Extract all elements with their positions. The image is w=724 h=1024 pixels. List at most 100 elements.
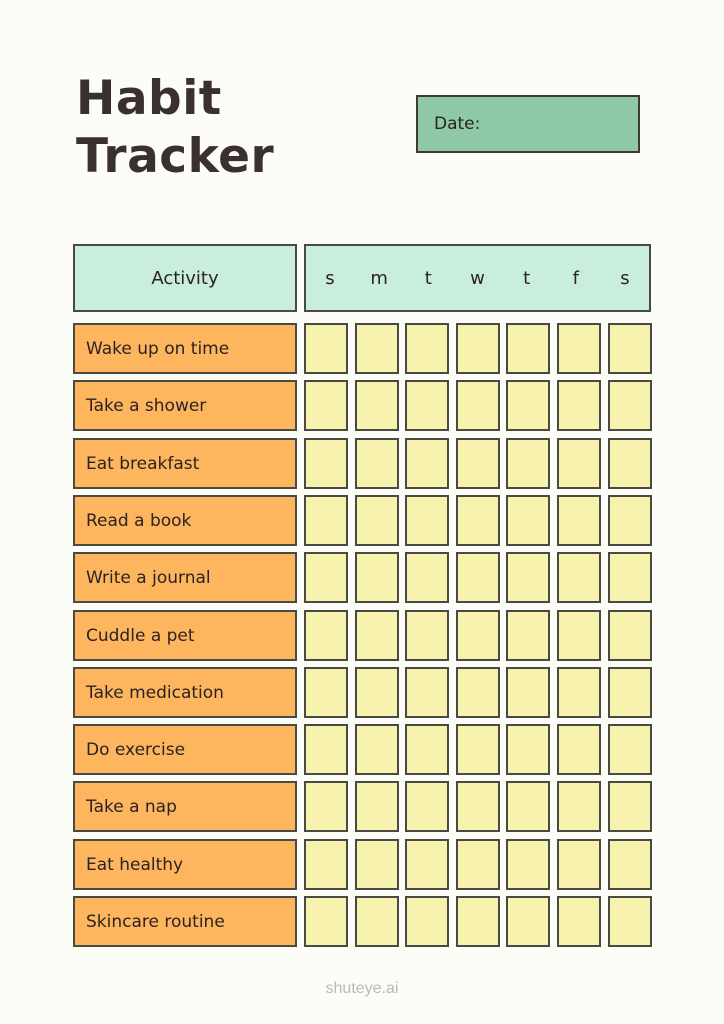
activity-label: Do exercise (73, 724, 297, 775)
check-cell-monday[interactable] (355, 323, 399, 374)
check-cell-monday[interactable] (355, 839, 399, 890)
check-cell-monday[interactable] (355, 495, 399, 546)
check-cell-thursday[interactable] (506, 438, 550, 489)
activity-header: Activity (73, 244, 297, 312)
check-cell-wednesday[interactable] (456, 610, 500, 661)
check-cell-saturday[interactable] (608, 380, 652, 431)
check-cell-thursday[interactable] (506, 495, 550, 546)
habit-row: Eat healthy (0, 839, 724, 890)
check-cell-thursday[interactable] (506, 610, 550, 661)
check-cell-friday[interactable] (557, 839, 601, 890)
check-cell-sunday[interactable] (304, 724, 348, 775)
title-line-2: Tracker (76, 129, 275, 184)
check-cell-friday[interactable] (557, 667, 601, 718)
check-cell-thursday[interactable] (506, 323, 550, 374)
check-cell-saturday[interactable] (608, 781, 652, 832)
check-cell-saturday[interactable] (608, 495, 652, 546)
check-cell-thursday[interactable] (506, 896, 550, 947)
check-cell-wednesday[interactable] (456, 667, 500, 718)
check-cell-tuesday[interactable] (405, 610, 449, 661)
activity-label: Cuddle a pet (73, 610, 297, 661)
activity-label: Wake up on time (73, 323, 297, 374)
check-cell-friday[interactable] (557, 610, 601, 661)
check-cell-tuesday[interactable] (405, 896, 449, 947)
check-cell-saturday[interactable] (608, 896, 652, 947)
check-cell-sunday[interactable] (304, 438, 348, 489)
check-cell-sunday[interactable] (304, 380, 348, 431)
date-field[interactable]: Date: (416, 95, 640, 153)
check-cell-saturday[interactable] (608, 667, 652, 718)
check-cell-tuesday[interactable] (405, 839, 449, 890)
check-cell-wednesday[interactable] (456, 495, 500, 546)
check-cell-sunday[interactable] (304, 896, 348, 947)
day-header-tuesday: t (424, 267, 432, 289)
check-cell-monday[interactable] (355, 610, 399, 661)
check-cell-wednesday[interactable] (456, 781, 500, 832)
check-cell-wednesday[interactable] (456, 724, 500, 775)
check-cell-saturday[interactable] (608, 438, 652, 489)
habit-row: Take medication (0, 667, 724, 718)
check-cell-saturday[interactable] (608, 610, 652, 661)
check-cell-tuesday[interactable] (405, 380, 449, 431)
check-cell-wednesday[interactable] (456, 323, 500, 374)
check-cell-tuesday[interactable] (405, 781, 449, 832)
check-cell-tuesday[interactable] (405, 323, 449, 374)
check-cell-thursday[interactable] (506, 380, 550, 431)
check-cell-thursday[interactable] (506, 839, 550, 890)
check-cell-saturday[interactable] (608, 724, 652, 775)
date-label: Date: (434, 114, 481, 134)
habit-row: Write a journal (0, 552, 724, 603)
check-cell-tuesday[interactable] (405, 438, 449, 489)
check-cell-friday[interactable] (557, 380, 601, 431)
check-cell-friday[interactable] (557, 323, 601, 374)
check-cell-monday[interactable] (355, 438, 399, 489)
check-cell-friday[interactable] (557, 781, 601, 832)
check-cell-thursday[interactable] (506, 667, 550, 718)
check-cell-friday[interactable] (557, 552, 601, 603)
activity-label: Eat healthy (73, 839, 297, 890)
habit-row: Skincare routine (0, 896, 724, 947)
habit-row: Do exercise (0, 724, 724, 775)
habit-row: Wake up on time (0, 323, 724, 374)
page-title: Habit Tracker (76, 70, 274, 186)
check-cell-friday[interactable] (557, 438, 601, 489)
check-cell-thursday[interactable] (506, 552, 550, 603)
activity-label: Take a shower (73, 380, 297, 431)
check-cell-wednesday[interactable] (456, 380, 500, 431)
check-cell-tuesday[interactable] (405, 552, 449, 603)
check-cell-monday[interactable] (355, 552, 399, 603)
check-cell-sunday[interactable] (304, 495, 348, 546)
check-cell-sunday[interactable] (304, 667, 348, 718)
check-cell-thursday[interactable] (506, 781, 550, 832)
habit-row: Take a nap (0, 781, 724, 832)
check-cell-monday[interactable] (355, 781, 399, 832)
check-cell-sunday[interactable] (304, 323, 348, 374)
check-cell-wednesday[interactable] (456, 896, 500, 947)
check-cell-friday[interactable] (557, 724, 601, 775)
check-cell-tuesday[interactable] (405, 495, 449, 546)
check-cell-saturday[interactable] (608, 839, 652, 890)
check-cell-sunday[interactable] (304, 610, 348, 661)
check-cell-thursday[interactable] (506, 724, 550, 775)
check-cell-monday[interactable] (355, 724, 399, 775)
check-cell-monday[interactable] (355, 896, 399, 947)
check-cell-monday[interactable] (355, 380, 399, 431)
check-cell-saturday[interactable] (608, 323, 652, 374)
check-cell-friday[interactable] (557, 495, 601, 546)
activity-label: Read a book (73, 495, 297, 546)
check-cell-monday[interactable] (355, 667, 399, 718)
check-cell-friday[interactable] (557, 896, 601, 947)
activity-label: Take a nap (73, 781, 297, 832)
check-cell-tuesday[interactable] (405, 667, 449, 718)
activity-label: Eat breakfast (73, 438, 297, 489)
check-cell-sunday[interactable] (304, 781, 348, 832)
check-cell-saturday[interactable] (608, 552, 652, 603)
check-cell-sunday[interactable] (304, 839, 348, 890)
check-cell-wednesday[interactable] (456, 438, 500, 489)
check-cell-wednesday[interactable] (456, 552, 500, 603)
check-cell-sunday[interactable] (304, 552, 348, 603)
check-cell-tuesday[interactable] (405, 724, 449, 775)
day-header-thursday: t (523, 267, 531, 289)
check-cell-wednesday[interactable] (456, 839, 500, 890)
title-line-1: Habit (76, 71, 222, 126)
